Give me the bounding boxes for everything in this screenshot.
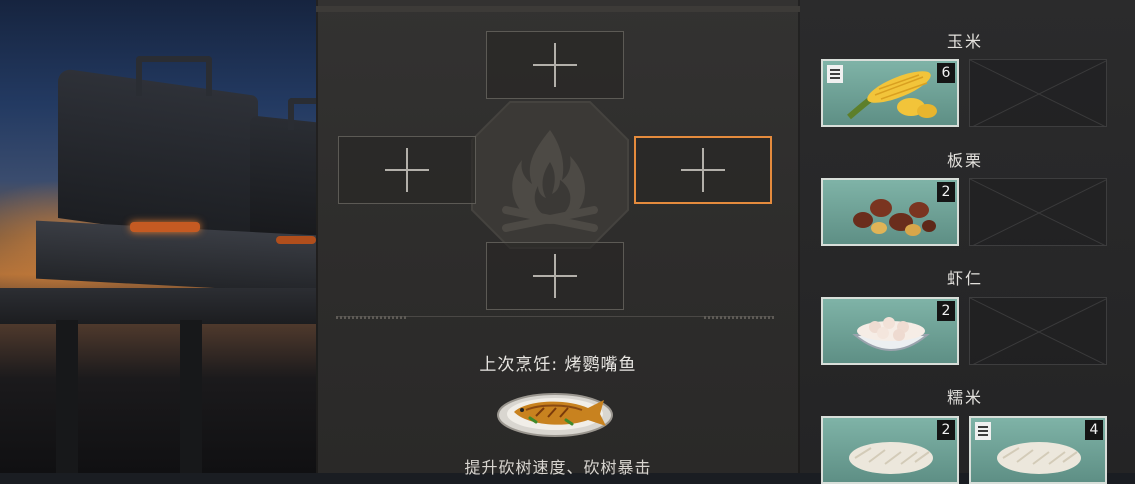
- category-title-rice: 糯米: [946, 388, 983, 407]
- plus-icon: [533, 254, 577, 298]
- ingredient-card-corn[interactable]: 6: [821, 59, 959, 127]
- item-count: 6: [937, 63, 955, 83]
- grill-table: [0, 288, 316, 324]
- plus-icon: [533, 43, 577, 87]
- empty-slot: [969, 297, 1107, 365]
- effect-text: 提升砍树速度、砍树暴击: [464, 458, 652, 477]
- plus-icon: [385, 148, 429, 192]
- category-title-shrimp: 虾仁: [946, 269, 983, 288]
- fire-icon: [471, 101, 629, 249]
- ingredient-card-rice[interactable]: 4: [969, 416, 1107, 484]
- corn-icon: [847, 71, 937, 120]
- item-count: 4: [1085, 420, 1103, 440]
- table-leg: [56, 320, 78, 473]
- table-leg: [180, 320, 202, 473]
- rice-icon: [849, 442, 933, 474]
- empty-slot: [969, 59, 1107, 127]
- fish-dish-icon[interactable]: [496, 388, 614, 438]
- plus-icon: [681, 148, 725, 192]
- ingredient-card-chestnut[interactable]: 2: [821, 178, 959, 246]
- grill-handle: [136, 56, 212, 96]
- grill-handle-back: [288, 98, 316, 130]
- ingredient-slot-top[interactable]: [486, 31, 624, 99]
- rice-icon: [997, 442, 1081, 474]
- ingredient-slot-bottom[interactable]: [486, 242, 624, 310]
- ingredient-card-shrimp[interactable]: 2: [821, 297, 959, 365]
- chestnut-icon: [853, 199, 936, 236]
- category-title-corn: 玉米: [946, 32, 983, 51]
- section-divider: [336, 316, 774, 327]
- ingredient-slot-right[interactable]: [634, 136, 772, 204]
- item-count: 2: [937, 301, 955, 321]
- grilling-food: [130, 222, 200, 232]
- item-count: 2: [937, 420, 955, 440]
- empty-slot-cross: [970, 179, 1106, 245]
- panel-top-border: [316, 6, 800, 12]
- ingredient-card-rice[interactable]: 2: [821, 416, 959, 484]
- category-title-chestnut: 板栗: [946, 151, 983, 170]
- empty-slot-cross: [970, 298, 1106, 364]
- empty-slot-cross: [970, 60, 1106, 126]
- item-count: 2: [937, 182, 955, 202]
- grill-scene: [0, 0, 316, 473]
- last-cook-label: 上次烹饪: 烤鹦嘴鱼: [479, 355, 637, 375]
- ingredient-slot-left[interactable]: [338, 136, 476, 204]
- shrimp-icon: [852, 317, 930, 351]
- empty-slot: [969, 178, 1107, 246]
- grill-lid-back: [250, 115, 316, 245]
- grilling-food-back: [276, 236, 316, 244]
